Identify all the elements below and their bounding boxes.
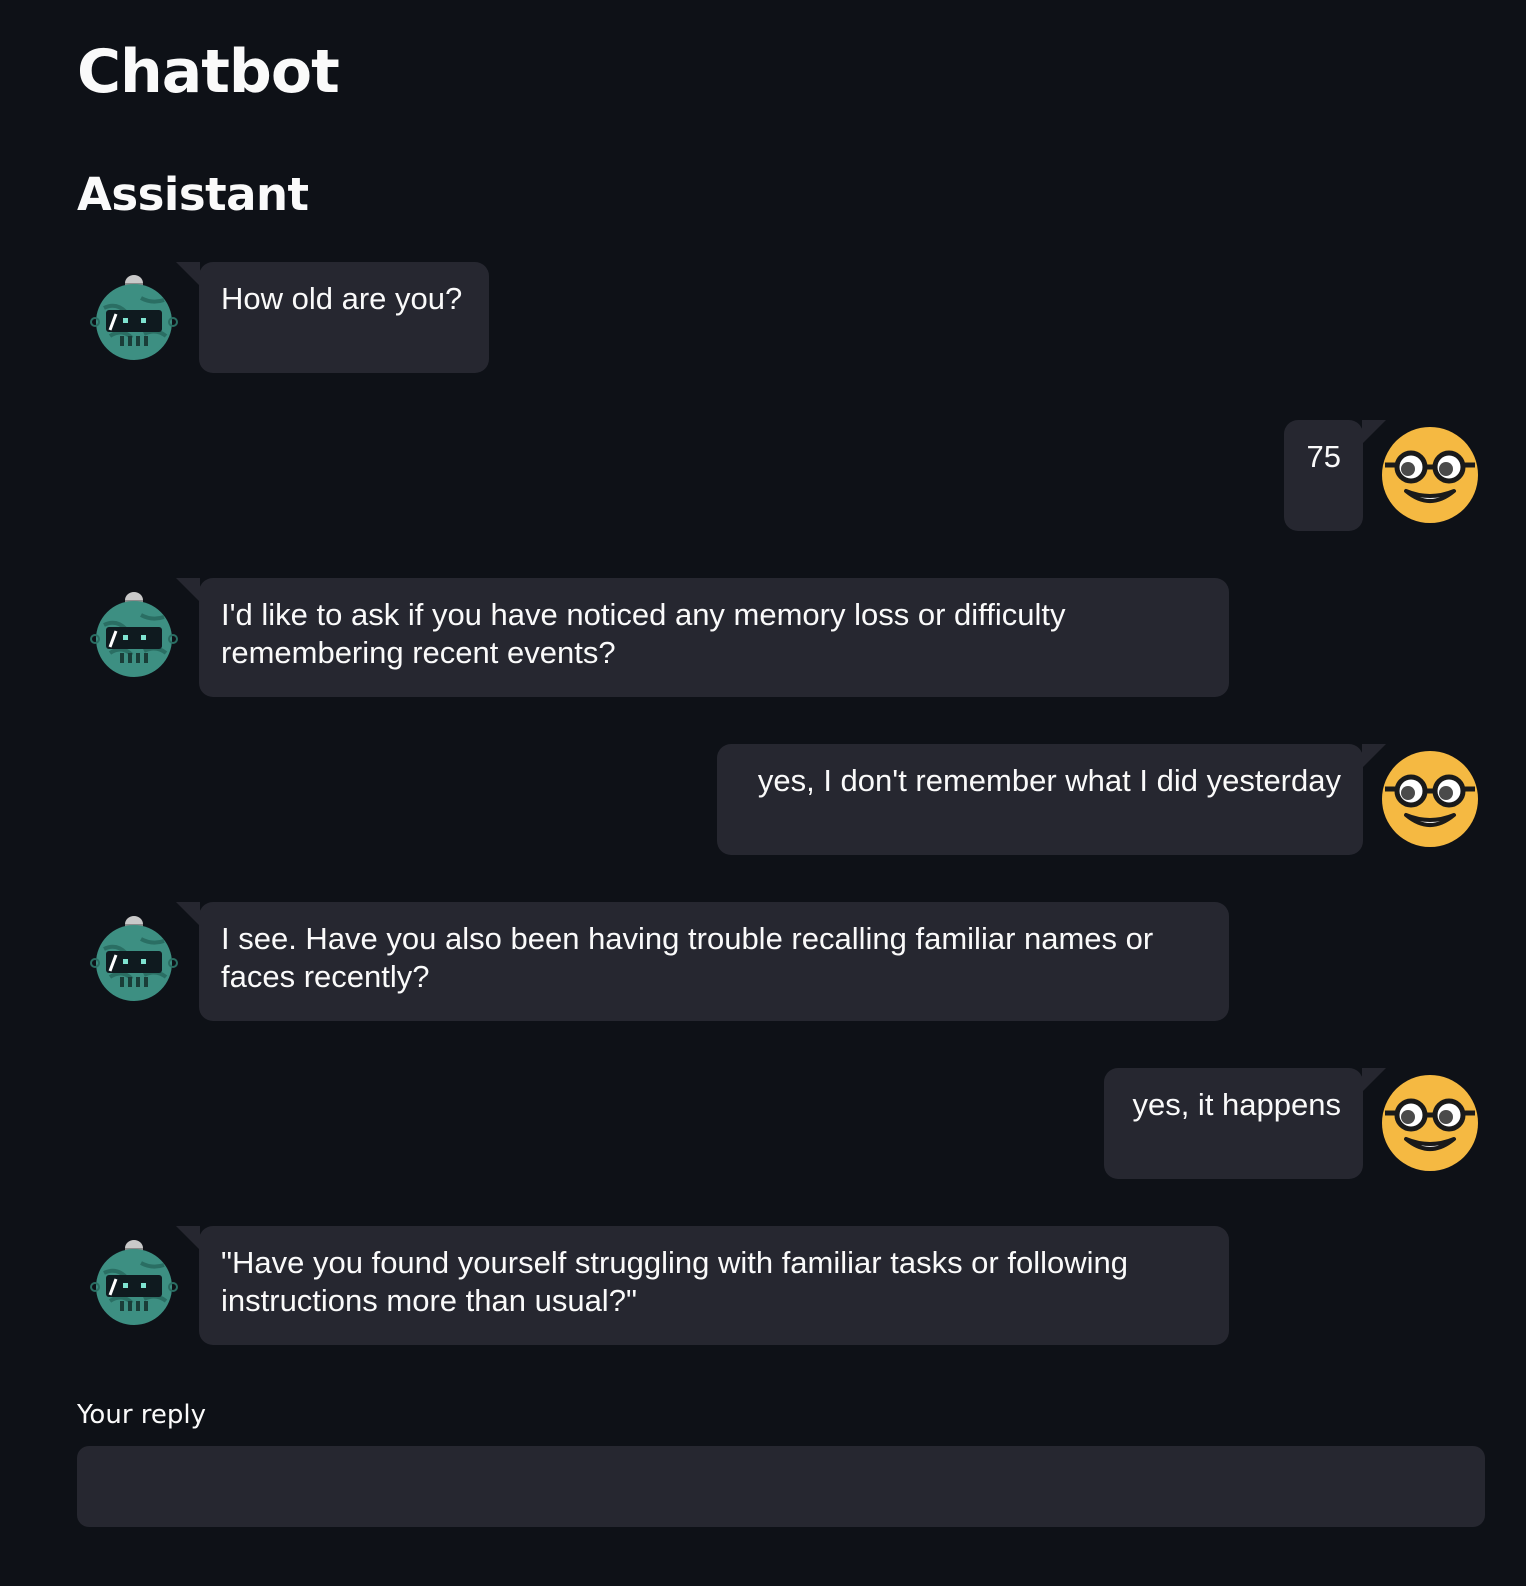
message-text: 75	[1306, 439, 1341, 474]
assistant-message-bubble: How old are you?	[176, 262, 489, 373]
assistant-message-bubble: I see. Have you also been having trouble…	[176, 902, 1229, 1021]
robot-icon	[90, 916, 178, 1001]
message-text: yes, it happens	[1132, 1087, 1341, 1122]
message-text: How old are you?	[221, 281, 463, 316]
assistant-message-bubble: "Have you found yourself struggling with…	[176, 1226, 1229, 1345]
user-message-bubble: 75	[1284, 420, 1386, 531]
page-title: Chatbot	[77, 37, 340, 107]
robot-icon	[90, 1240, 178, 1325]
reply-input[interactable]	[77, 1446, 1485, 1527]
user-message-bubble: yes, I don't remember what I did yesterd…	[717, 744, 1386, 855]
reply-label: Your reply	[77, 1400, 206, 1430]
nerd-face-icon	[1382, 751, 1478, 847]
assistant-message-bubble: I'd like to ask if you have noticed any …	[176, 578, 1229, 697]
message-text: I'd like to ask if you have noticed any …	[221, 597, 1066, 670]
nerd-face-icon	[1382, 1075, 1478, 1171]
message-text: yes, I don't remember what I did yesterd…	[757, 763, 1341, 798]
chat-page: Chatbot Assistant How old are you? 75 I'…	[0, 0, 1526, 1586]
robot-icon	[90, 275, 178, 360]
section-title: Assistant	[77, 168, 309, 221]
user-message-bubble: yes, it happens	[1104, 1068, 1386, 1179]
message-text: "Have you found yourself struggling with…	[221, 1245, 1128, 1318]
nerd-face-icon	[1382, 427, 1478, 523]
message-text: I see. Have you also been having trouble…	[221, 921, 1154, 994]
robot-icon	[90, 592, 178, 677]
